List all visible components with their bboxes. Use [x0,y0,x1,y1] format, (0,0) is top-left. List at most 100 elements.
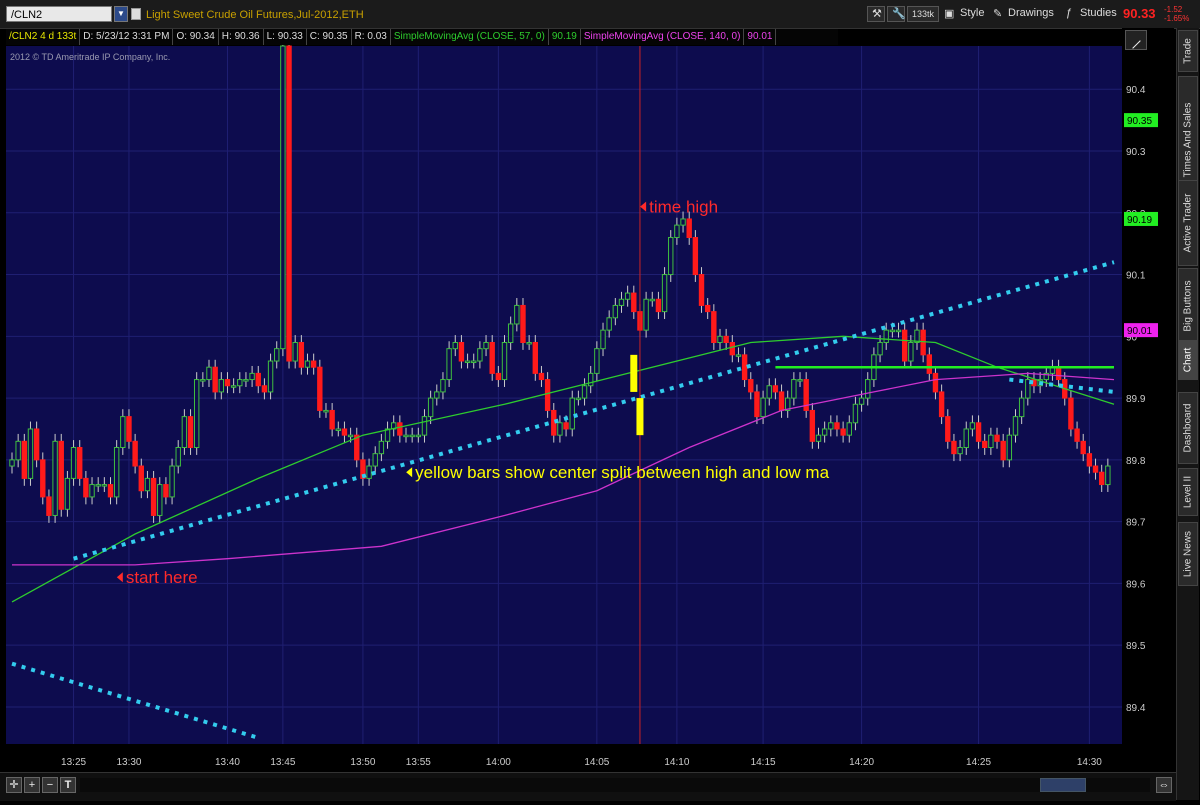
style-icon[interactable]: ▣ [944,7,954,20]
candle [384,428,391,442]
yellow-bar [636,398,644,436]
tick-count-button[interactable]: 133tk [907,6,939,22]
chart-area[interactable]: 90.490.390.290.19089.989.889.789.689.589… [4,28,1174,800]
x-tick-label: 13:25 [61,757,86,768]
tab-big-buttons[interactable]: Big Buttons [1178,268,1198,344]
candle [668,236,674,276]
style-button[interactable]: Style [960,7,984,19]
candle [175,447,181,467]
tab-level-ii[interactable]: Level II [1178,468,1198,516]
candle [674,224,680,238]
drawing-tool-icon[interactable] [1125,30,1147,50]
candle [791,379,797,399]
candle [957,447,963,455]
tools-icon[interactable]: ⚒ [867,6,885,22]
candle [692,236,699,276]
top-toolbar: /CLN2 ▼ Light Sweet Crude Oil Futures,Ju… [0,0,1200,29]
studies-button[interactable]: Studies [1080,7,1117,19]
candle [926,354,933,374]
tab-dashboard[interactable]: Dashboard [1178,392,1198,464]
tab-live-news[interactable]: Live News [1178,522,1198,586]
studies-icon[interactable]: ƒ [1066,7,1072,19]
candle [588,372,594,387]
text-tool-icon[interactable]: T [60,777,76,793]
sma-slow-value: 90.01 [744,29,777,45]
price-label: 90.01 [1127,326,1152,337]
candle [9,459,15,467]
candle [858,397,865,405]
candle [938,391,945,418]
candle [255,372,261,387]
candle [809,409,816,442]
candle [267,360,274,393]
zoom-out-icon[interactable]: − [42,777,58,793]
candle [15,440,21,461]
candle [1086,453,1093,467]
candle [661,274,668,313]
candle [717,335,723,343]
candle [748,379,754,393]
y-tick-label: 89.5 [1126,641,1146,652]
tab-chart[interactable]: Chart [1178,340,1198,380]
y-tick-label: 89.6 [1126,579,1146,590]
price-label: 90.19 [1127,215,1152,226]
x-tick-label: 14:10 [664,757,689,768]
candle [600,329,606,350]
x-tick-label: 14:20 [849,757,874,768]
scroll-arrows-icon[interactable]: ⇔ [1156,777,1172,793]
candle [434,391,440,399]
tab-active-trader[interactable]: Active Trader [1178,180,1198,266]
candle [471,360,477,364]
candle [495,372,502,381]
candle [64,477,71,510]
scroll-thumb[interactable] [1040,778,1086,792]
candle [483,341,489,350]
candle [427,397,434,418]
candle [95,484,101,487]
candle [224,379,231,387]
symbol-info-icon[interactable] [131,8,141,20]
candle [988,434,994,449]
candle [557,422,563,436]
symbol-dropdown-icon[interactable]: ▼ [114,6,128,22]
x-tick-label: 14:00 [486,757,511,768]
candle [852,403,859,424]
wrench-icon[interactable]: 🔧 [887,6,906,22]
price-chart[interactable]: 90.490.390.290.19089.989.889.789.689.589… [4,28,1174,800]
tab-trade[interactable]: Trade [1178,30,1198,72]
x-tick-label: 13:40 [215,757,240,768]
candle [77,447,83,479]
candle [901,329,908,362]
chart-bottom-bar: ✛ + − T ⇔ [0,772,1176,801]
crosshair-icon[interactable]: ✛ [6,777,22,793]
candle [212,366,218,393]
candle [649,298,655,302]
candle [606,317,612,331]
time-scrollbar[interactable] [80,778,1150,792]
candle [778,391,785,411]
candle [612,304,619,319]
y-tick-label: 90.1 [1126,271,1146,282]
candle [698,274,705,306]
x-tick-label: 14:15 [751,757,776,768]
candle [46,496,52,516]
candle [280,45,286,350]
y-tick-label: 89.9 [1126,394,1146,405]
symbol-input[interactable]: /CLN2 [6,6,112,22]
candle [932,372,939,393]
price-change: -1.52 [1164,5,1183,14]
candle [1018,397,1025,418]
candle [144,477,151,492]
candle [877,341,883,356]
x-tick-label: 14:30 [1077,757,1102,768]
candle [908,341,914,362]
zoom-in-icon[interactable]: + [24,777,40,793]
drawings-icon[interactable]: ✎ [993,7,1002,20]
candle [33,428,40,461]
candle [464,360,471,364]
candle [723,335,729,343]
price-label: 90.35 [1127,116,1152,127]
candle [317,366,323,411]
drawings-button[interactable]: Drawings [1008,7,1054,19]
candle [120,416,126,449]
